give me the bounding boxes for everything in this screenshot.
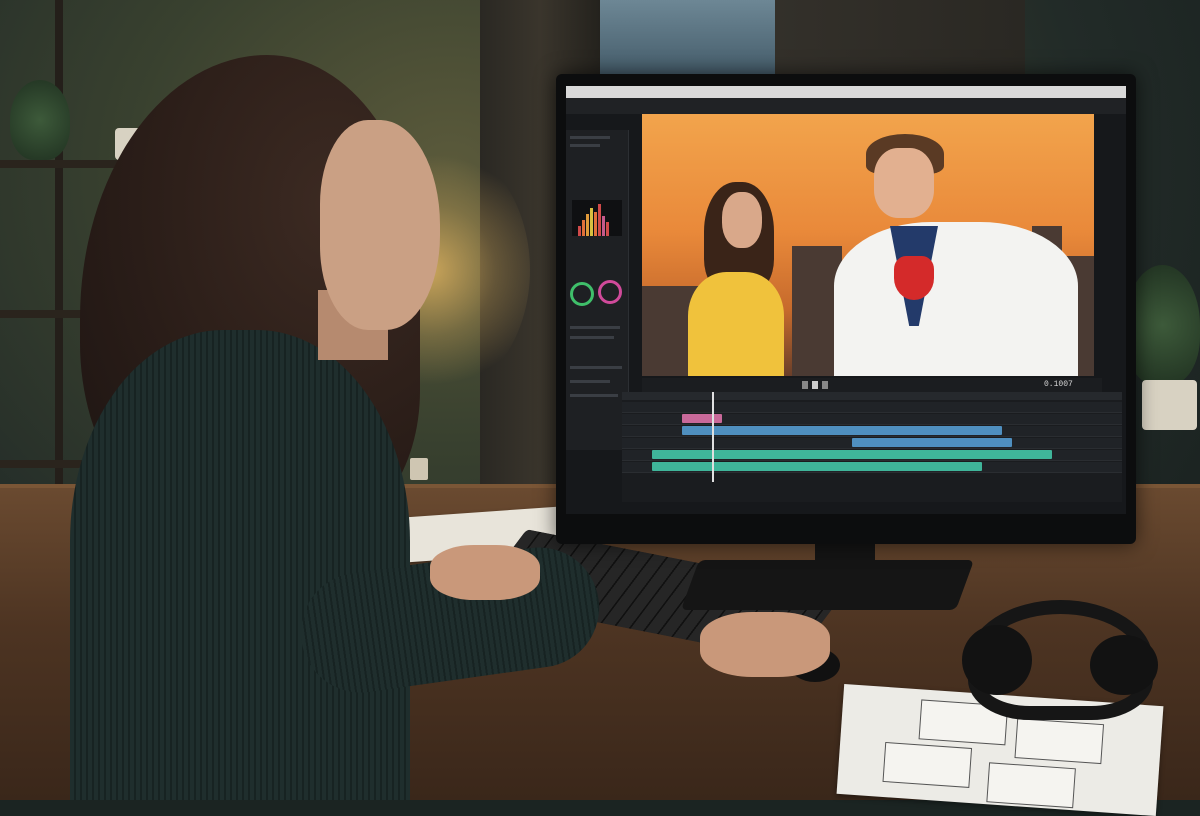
actor-man-shirt: [834, 222, 1078, 376]
panel-row: [570, 380, 610, 383]
person-sweater: [70, 330, 410, 800]
storyboard-frame: [986, 762, 1076, 809]
inspector-panel: [566, 130, 629, 450]
timeline-panel[interactable]: [622, 392, 1122, 502]
plant-pot: [1142, 380, 1197, 430]
timeline-clip[interactable]: [852, 438, 1012, 447]
headphones-cup: [1090, 635, 1158, 695]
play-button[interactable]: [812, 381, 818, 389]
color-wheel-icon[interactable]: [598, 280, 622, 304]
person-hand-keyboard: [430, 545, 540, 600]
color-wheel-icon[interactable]: [570, 282, 594, 306]
editor-toolbar: [566, 98, 1126, 114]
wall-outlet: [410, 458, 428, 480]
panel-row: [570, 144, 600, 147]
histogram-scope: [572, 200, 622, 236]
panel-row: [570, 366, 622, 369]
next-frame-button[interactable]: [822, 381, 828, 389]
timeline-ruler: [622, 392, 1122, 400]
shelf-post: [55, 0, 63, 560]
timecode-readout: 0.1007: [1044, 380, 1073, 389]
histogram-bars: [578, 204, 609, 236]
monitor-base: [680, 560, 975, 610]
shelf-plant: [10, 80, 70, 160]
editor-screen: 0.1007: [566, 86, 1126, 514]
timeline-clip[interactable]: [652, 462, 982, 471]
actor-man-face: [874, 148, 934, 218]
timeline-playhead[interactable]: [712, 392, 714, 482]
panel-row: [570, 326, 620, 329]
panel-row: [570, 136, 610, 139]
prev-frame-button[interactable]: [802, 381, 808, 389]
timeline-clip[interactable]: [682, 426, 1002, 435]
timeline-clip[interactable]: [682, 414, 722, 423]
actor-woman-face: [722, 192, 762, 248]
actor-man-emblem: [894, 256, 934, 300]
person-hand-mouse: [700, 612, 830, 677]
transport-bar: [642, 378, 1102, 392]
headphones-cup: [962, 625, 1032, 695]
panel-row: [570, 394, 618, 397]
timeline-track: [622, 402, 1122, 413]
room-plant: [1125, 265, 1200, 385]
person-face: [320, 120, 440, 330]
video-viewer[interactable]: [642, 114, 1094, 376]
actor-woman-shirt: [688, 272, 784, 376]
storyboard-frame: [1014, 718, 1105, 765]
panel-row: [570, 336, 614, 339]
storyboard-frame: [882, 741, 973, 788]
editor-menubar: [566, 86, 1126, 98]
